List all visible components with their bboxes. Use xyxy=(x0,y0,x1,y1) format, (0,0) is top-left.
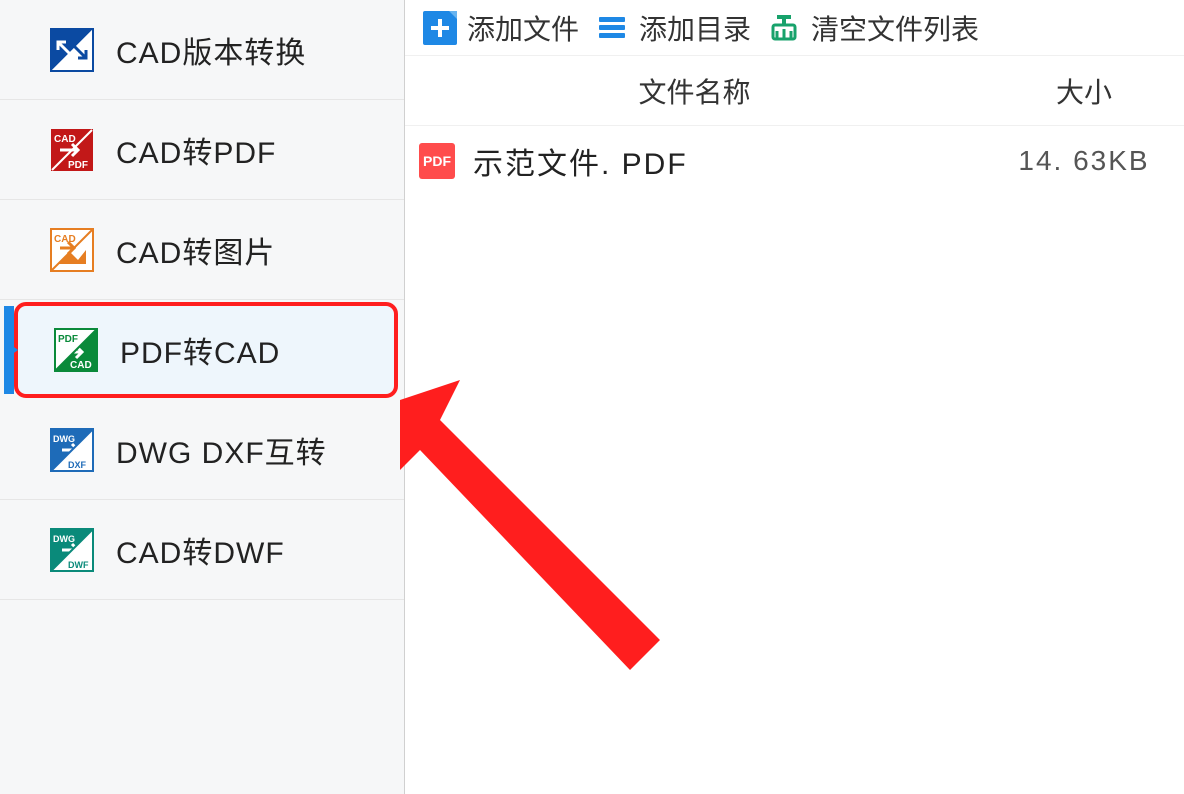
sidebar-item-cad-to-image[interactable]: CAD CAD转图片 xyxy=(0,200,404,300)
file-name-cell: 示范文件. PDF xyxy=(473,139,984,183)
svg-text:DXF: DXF xyxy=(68,460,87,470)
svg-text:DWG: DWG xyxy=(53,434,75,444)
column-header-name: 文件名称 xyxy=(405,71,984,111)
sidebar-item-label: DWG DXF互转 xyxy=(116,428,327,472)
svg-text:PDF: PDF xyxy=(58,334,78,345)
svg-text:CAD: CAD xyxy=(54,134,76,145)
pdf-to-cad-icon: PDF CAD xyxy=(54,328,98,372)
sidebar-item-cad-to-pdf[interactable]: CAD PDF CAD转PDF xyxy=(0,100,404,200)
sidebar-item-label: CAD转PDF xyxy=(116,128,276,172)
pdf-file-icon: PDF xyxy=(419,143,455,179)
sidebar-item-label: CAD版本转换 xyxy=(116,28,306,72)
column-header-size: 大小 xyxy=(984,71,1184,111)
cad-to-dwf-icon: DWG DWF xyxy=(50,528,94,572)
clear-list-button[interactable]: 清空文件列表 xyxy=(763,8,983,48)
table-row[interactable]: PDF 示范文件. PDF 14. 63KB xyxy=(405,126,1184,196)
svg-text:DWF: DWF xyxy=(68,560,89,570)
add-file-label: 添加文件 xyxy=(467,8,579,48)
toolbar: 添加文件 添加目录 清空文件列表 xyxy=(405,0,1184,56)
sidebar: CAD版本转换 CAD PDF CAD转PDF CAD CAD转图片 xyxy=(0,0,405,794)
add-dir-button[interactable]: 添加目录 xyxy=(591,8,755,48)
svg-text:DWG: DWG xyxy=(53,534,75,544)
file-size-cell: 14. 63KB xyxy=(984,145,1184,177)
sidebar-item-label: PDF转CAD xyxy=(120,328,280,372)
cad-version-icon xyxy=(50,28,94,72)
sidebar-item-pdf-to-cad[interactable]: PDF CAD PDF转CAD xyxy=(14,302,398,398)
main-panel: 添加文件 添加目录 清空文件列表 xyxy=(405,0,1184,794)
add-file-icon xyxy=(423,11,457,45)
clear-list-icon xyxy=(767,11,801,45)
sidebar-item-label: CAD转图片 xyxy=(116,228,275,272)
svg-text:PDF: PDF xyxy=(68,160,88,171)
svg-text:CAD: CAD xyxy=(54,234,76,245)
dwg-dxf-icon: DWG DXF xyxy=(50,428,94,472)
svg-text:CAD: CAD xyxy=(70,360,92,371)
sidebar-item-dwg-dxf[interactable]: DWG DXF DWG DXF互转 xyxy=(0,400,404,500)
sidebar-item-cad-to-dwf[interactable]: DWG DWF CAD转DWF xyxy=(0,500,404,600)
sidebar-item-label: CAD转DWF xyxy=(116,528,285,572)
table-header: 文件名称 大小 xyxy=(405,56,1184,126)
clear-list-label: 清空文件列表 xyxy=(811,8,979,48)
add-dir-icon xyxy=(595,11,629,45)
add-dir-label: 添加目录 xyxy=(639,8,751,48)
cad-to-pdf-icon: CAD PDF xyxy=(50,128,94,172)
cad-to-image-icon: CAD xyxy=(50,228,94,272)
add-file-button[interactable]: 添加文件 xyxy=(419,8,583,48)
sidebar-item-cad-version[interactable]: CAD版本转换 xyxy=(0,0,404,100)
